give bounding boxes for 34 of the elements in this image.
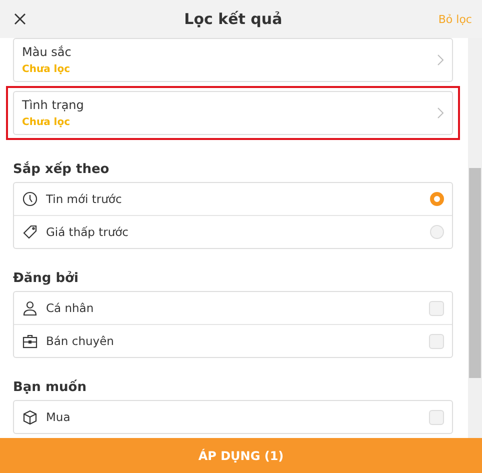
dialog-title: Lọc kết quả — [184, 10, 282, 28]
option-row[interactable]: Giá thấp trước — [14, 215, 452, 248]
filter-value: Chưa lọc — [22, 64, 72, 75]
chevron-icon — [437, 107, 444, 119]
briefcase-icon — [22, 333, 38, 349]
scrollbar[interactable] — [468, 38, 482, 438]
option-label: Bán chuyên — [46, 334, 115, 348]
section-title: Sắp xếp theo — [13, 162, 110, 177]
filter-item[interactable]: Màu sắc Chưa lọc — [13, 38, 453, 82]
chevron-icon — [437, 54, 444, 66]
tag-icon — [22, 224, 38, 240]
option-label: Tin mới trước — [46, 192, 123, 206]
option-row[interactable]: Mua — [14, 401, 452, 433]
box-icon — [22, 409, 38, 425]
option-label: Giá thấp trước — [46, 225, 130, 239]
option-row[interactable]: Tin mới trước — [14, 183, 452, 215]
filter-label: Tình trạng — [22, 98, 84, 112]
section-title: Bạn muốn — [13, 380, 88, 395]
option-label: Mua — [46, 410, 72, 424]
section-title: Đăng bởi — [13, 271, 80, 286]
filter-label: Màu sắc — [22, 45, 72, 59]
checkbox[interactable] — [429, 410, 444, 424]
close-button[interactable] — [12, 11, 28, 27]
clock-icon — [22, 191, 38, 207]
option-row[interactable]: Bán chuyên — [14, 324, 452, 357]
filter-value: Chưa lọc — [22, 117, 72, 128]
checkbox[interactable] — [429, 334, 444, 348]
radio-button[interactable] — [430, 225, 444, 239]
person-icon — [22, 300, 38, 316]
radio-button[interactable] — [430, 192, 444, 206]
option-label: Cá nhân — [46, 301, 95, 315]
filter-item[interactable]: Tình trạng Chưa lọc — [13, 91, 453, 135]
option-row[interactable]: Cá nhân — [14, 292, 452, 324]
checkbox[interactable] — [429, 300, 444, 316]
